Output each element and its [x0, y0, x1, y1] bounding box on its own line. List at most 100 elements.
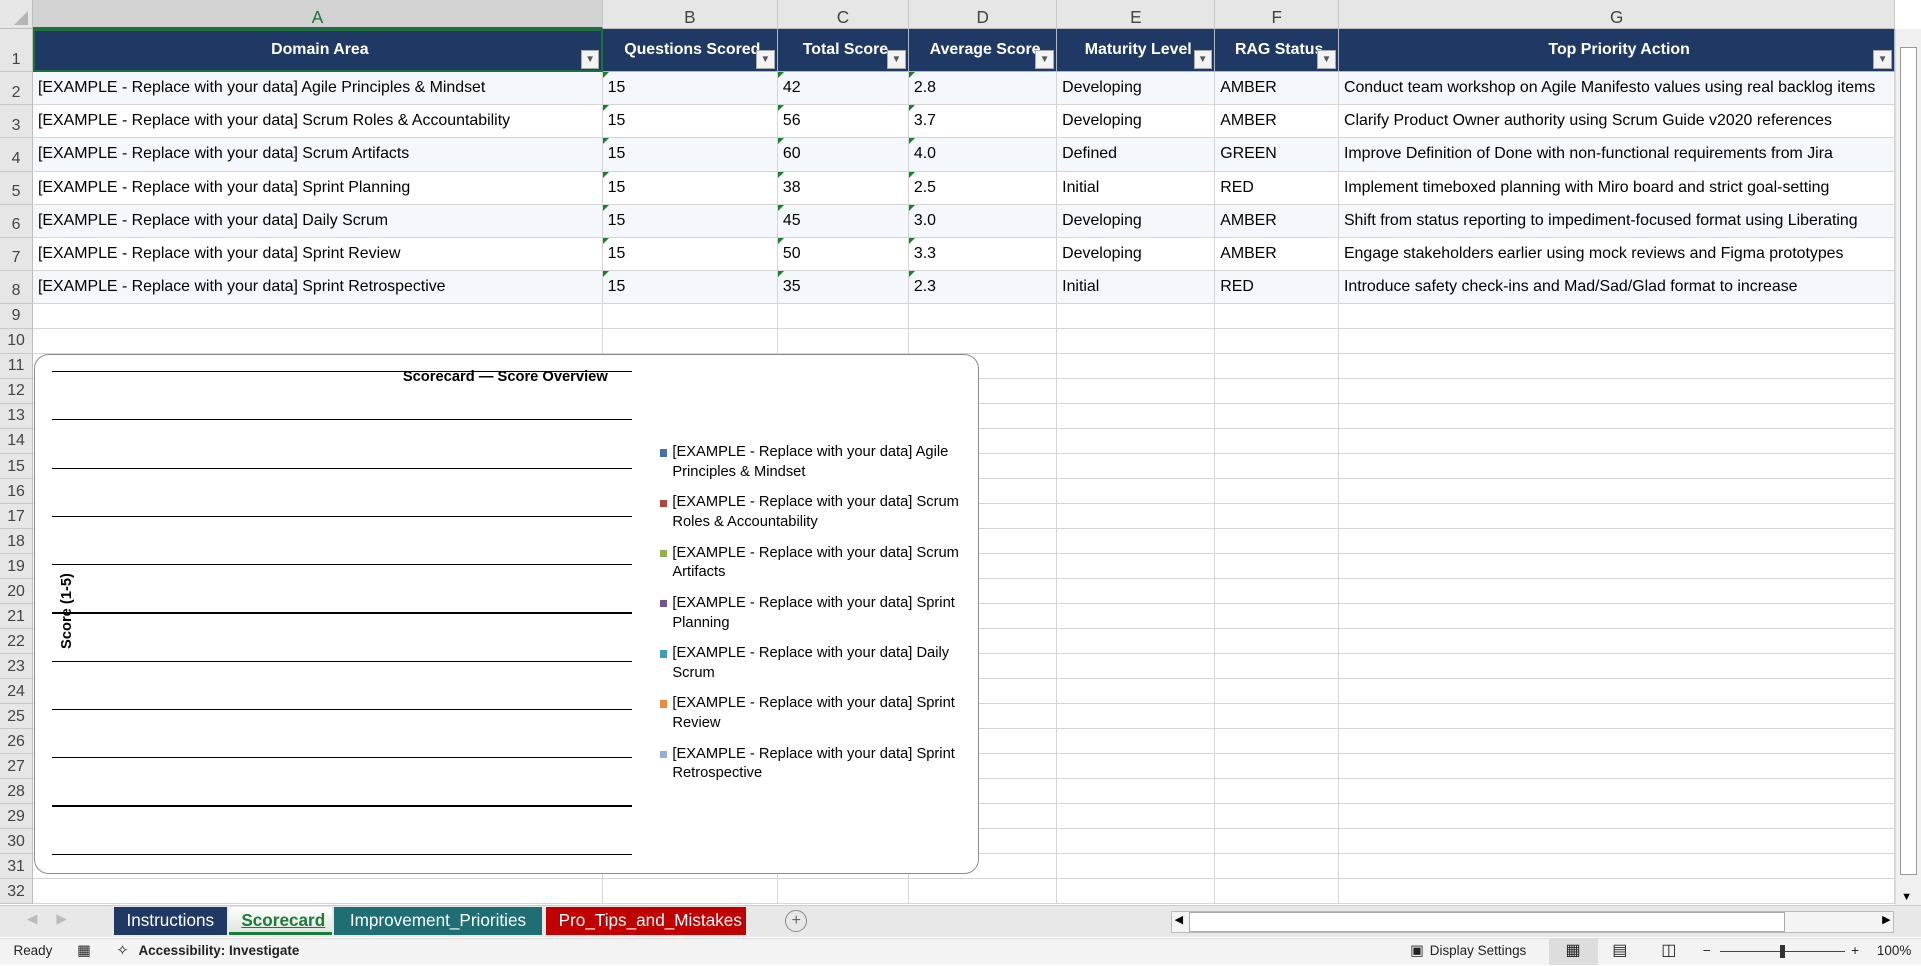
table-cell[interactable]: 2.8 — [909, 72, 1058, 106]
table-cell[interactable]: Engage stakeholders earlier using mock r… — [1339, 237, 1896, 271]
sheet-tab-instructions[interactable]: Instructions — [113, 906, 227, 935]
table-cell[interactable]: Improve Definition of Done with non-func… — [1339, 138, 1896, 172]
row-header[interactable]: 2 — [0, 72, 34, 106]
empty-cell[interactable] — [1339, 779, 1896, 805]
table-cell[interactable]: [EXAMPLE - Replace with your data] Sprin… — [33, 237, 603, 271]
table-cell[interactable]: 15 — [602, 105, 778, 139]
row-header[interactable]: 22 — [0, 629, 34, 655]
legend-entry[interactable]: [EXAMPLE - Replace with your data] Scrum… — [660, 493, 972, 543]
legend-entry[interactable]: [EXAMPLE - Replace with your data] Daily… — [660, 644, 972, 694]
empty-cell[interactable] — [1215, 679, 1340, 705]
row-header[interactable]: 20 — [0, 579, 34, 605]
empty-cell[interactable] — [1339, 829, 1896, 855]
table-cell[interactable]: Conduct team workshop on Agile Manifesto… — [1339, 72, 1896, 106]
empty-cell[interactable] — [1057, 403, 1216, 429]
empty-cell[interactable] — [1057, 428, 1216, 454]
scroll-right-icon[interactable]: ▶ — [1882, 913, 1890, 926]
empty-cell[interactable] — [1215, 629, 1340, 655]
empty-cell[interactable] — [1057, 453, 1216, 479]
empty-cell[interactable] — [602, 879, 778, 905]
empty-cell[interactable] — [1339, 328, 1896, 354]
row-header[interactable]: 12 — [0, 378, 34, 404]
zoom-out-button[interactable]: − — [1703, 938, 1711, 965]
add-sheet-icon[interactable]: + — [785, 910, 808, 933]
empty-cell[interactable] — [909, 879, 1058, 905]
column-header-d[interactable]: D — [909, 0, 1058, 30]
row-header[interactable]: 3 — [0, 105, 34, 139]
select-all-button[interactable] — [0, 0, 34, 30]
table-header-cell[interactable]: Questions Scored ▼ — [602, 29, 778, 73]
table-cell[interactable]: Developing — [1057, 105, 1216, 139]
empty-cell[interactable] — [1215, 554, 1340, 580]
table-cell[interactable]: 56 — [777, 105, 910, 139]
empty-cell[interactable] — [1339, 428, 1896, 454]
scroll-down-icon[interactable]: ▼ — [1901, 891, 1912, 903]
table-cell[interactable]: AMBER — [1215, 105, 1340, 139]
empty-cell[interactable] — [1057, 854, 1216, 880]
filter-dropdown-icon[interactable]: ▼ — [887, 50, 906, 69]
row-header[interactable]: 7 — [0, 237, 34, 271]
row-header[interactable]: 16 — [0, 478, 34, 504]
empty-cell[interactable] — [1215, 704, 1340, 730]
empty-cell[interactable] — [777, 879, 910, 905]
table-cell[interactable]: AMBER — [1215, 204, 1340, 238]
table-cell[interactable]: Introduce safety check-ins and Mad/Sad/G… — [1339, 270, 1896, 304]
empty-cell[interactable] — [602, 303, 778, 329]
row-header[interactable]: 26 — [0, 729, 34, 755]
empty-cell[interactable] — [1057, 604, 1216, 630]
empty-cell[interactable] — [1057, 729, 1216, 755]
empty-cell[interactable] — [1339, 729, 1896, 755]
empty-cell[interactable] — [1339, 453, 1896, 479]
row-header[interactable]: 6 — [0, 204, 34, 238]
empty-cell[interactable] — [1215, 528, 1340, 554]
empty-cell[interactable] — [1339, 378, 1896, 404]
filter-dropdown-icon[interactable]: ▼ — [1193, 50, 1212, 69]
table-cell[interactable]: [EXAMPLE - Replace with your data] Scrum… — [33, 138, 603, 172]
empty-cell[interactable] — [1339, 579, 1896, 605]
column-header-f[interactable]: F — [1215, 0, 1340, 30]
table-cell[interactable]: [EXAMPLE - Replace with your data] Sprin… — [33, 270, 603, 304]
table-cell[interactable]: Developing — [1057, 72, 1216, 106]
vertical-scrollbar[interactable]: ▼ — [1895, 29, 1921, 906]
table-cell[interactable]: [EXAMPLE - Replace with your data] Sprin… — [33, 171, 603, 205]
empty-cell[interactable] — [1215, 428, 1340, 454]
table-cell[interactable]: 42 — [777, 72, 910, 106]
row-header[interactable]: 10 — [0, 328, 34, 354]
table-cell[interactable]: 15 — [602, 72, 778, 106]
empty-cell[interactable] — [1057, 629, 1216, 655]
table-cell[interactable]: 4.0 — [909, 138, 1058, 172]
table-cell[interactable]: Developing — [1057, 237, 1216, 271]
row-header[interactable]: 25 — [0, 704, 34, 730]
table-cell[interactable]: 15 — [602, 171, 778, 205]
table-cell[interactable]: 15 — [602, 138, 778, 172]
table-cell[interactable]: RED — [1215, 171, 1340, 205]
column-header-g[interactable]: G — [1339, 0, 1896, 30]
table-cell[interactable]: 2.3 — [909, 270, 1058, 304]
empty-cell[interactable] — [1215, 829, 1340, 855]
sheet-tab-pro-tips-and-mistakes[interactable]: Pro_Tips_and_Mistakes — [546, 906, 747, 935]
empty-cell[interactable] — [1057, 704, 1216, 730]
empty-cell[interactable] — [1057, 779, 1216, 805]
table-header-cell[interactable]: Domain Area ▼ — [33, 29, 603, 73]
table-header-cell[interactable]: Maturity Level ▼ — [1057, 29, 1216, 73]
page-break-preview-icon[interactable]: ◫ — [1661, 938, 1676, 965]
legend-entry[interactable]: [EXAMPLE - Replace with your data] Scrum… — [660, 544, 972, 594]
next-sheet-icon[interactable]: ▶ — [56, 911, 66, 927]
legend-entry[interactable]: [EXAMPLE - Replace with your data] Agile… — [660, 443, 972, 493]
column-header-e[interactable]: E — [1057, 0, 1216, 30]
table-cell[interactable]: 3.7 — [909, 105, 1058, 139]
row-header[interactable]: 28 — [0, 779, 34, 805]
empty-cell[interactable] — [1215, 478, 1340, 504]
empty-cell[interactable] — [1057, 654, 1216, 680]
row-header[interactable]: 21 — [0, 604, 34, 630]
table-cell[interactable]: Developing — [1057, 204, 1216, 238]
empty-cell[interactable] — [1215, 503, 1340, 529]
empty-cell[interactable] — [1339, 403, 1896, 429]
empty-cell[interactable] — [1215, 579, 1340, 605]
accessibility-status[interactable]: Accessibility: Investigate — [138, 938, 299, 965]
empty-cell[interactable] — [33, 303, 603, 329]
row-header[interactable]: 24 — [0, 679, 34, 705]
table-cell[interactable]: 3.0 — [909, 204, 1058, 238]
table-cell[interactable]: AMBER — [1215, 237, 1340, 271]
horizontal-scrollbar[interactable]: ◀ ▶ — [1171, 911, 1895, 934]
